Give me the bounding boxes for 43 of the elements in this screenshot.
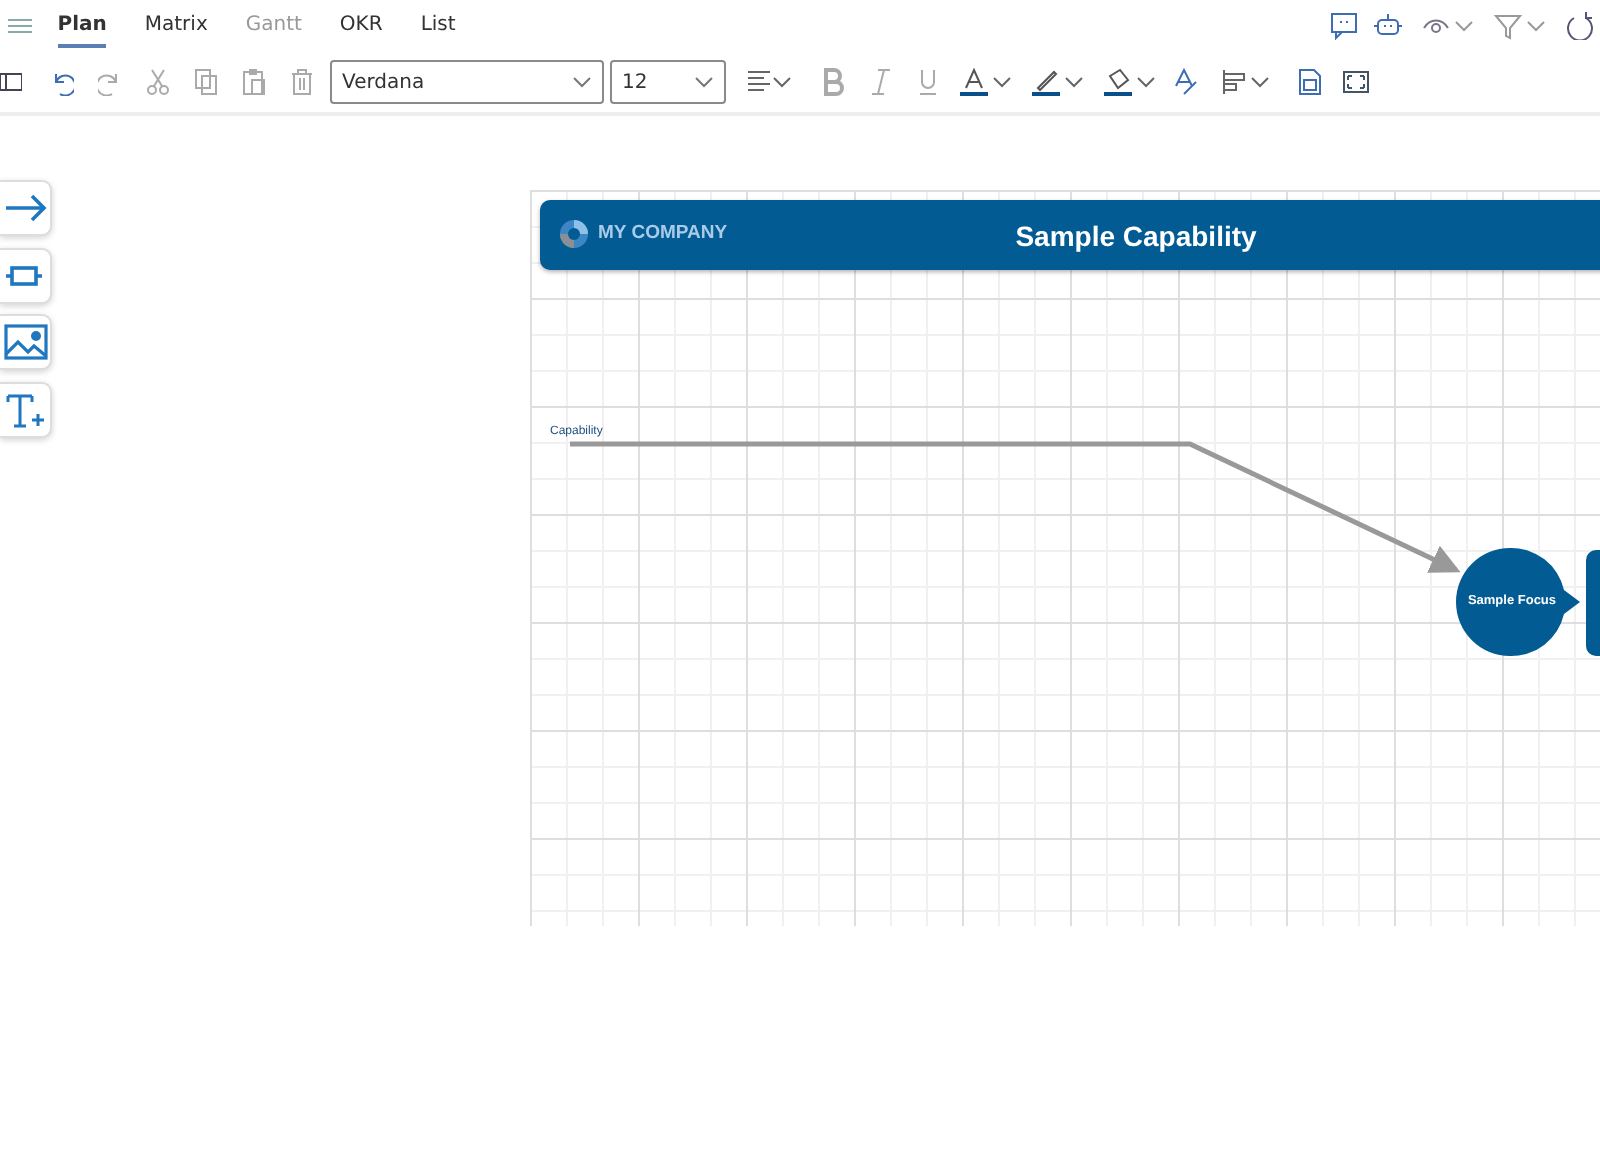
font-name-text: Verdana [342,69,425,97]
underline-icon [916,68,940,96]
font-size-dropdown[interactable]: 12 [610,60,726,104]
clear-format-icon [1172,68,1198,96]
align-left-icon [746,68,770,96]
refresh-icon [1566,12,1595,40]
italic-icon [868,68,892,96]
paint-bucket-icon [1104,68,1132,96]
trash-icon [290,68,314,96]
arrow-tool-button[interactable] [0,180,52,236]
bold-button[interactable] [820,62,844,102]
tab[interactable]: OKR [339,4,383,48]
highlighter-icon [1032,68,1060,96]
comment-icon [1330,12,1359,40]
redo-icon [98,68,122,96]
scissors-icon [146,68,170,96]
robot-icon [1374,12,1403,40]
filter-icon [1494,12,1523,40]
align-objects-icon [1222,68,1246,96]
logo-icon [558,218,590,250]
image-file-icon [1298,68,1322,96]
process-node [1586,550,1600,656]
font-size-text: 12 [622,69,648,97]
refresh-button[interactable] [1566,6,1595,46]
font-family-dropdown[interactable]: Verdana [330,60,604,104]
bold-icon [820,68,844,96]
text-tool-button[interactable] [0,381,52,437]
tab[interactable]: Matrix [144,4,208,48]
fit-screen-icon [1342,68,1370,96]
paste-icon [242,68,266,96]
tab[interactable]: List [420,4,456,48]
text-add-icon [3,389,47,429]
focus-node [1456,548,1580,656]
tab[interactable]: Plan [57,4,107,48]
panel-icon [0,68,22,96]
image-tool-button[interactable] [0,314,52,370]
company-name: MY COMPANY [598,220,728,248]
font-color-icon [960,68,988,96]
undo-icon [50,68,74,96]
diagram-title: Sample Capability [1013,218,1259,256]
copy-icon [194,68,218,96]
image-icon [3,322,47,362]
shape-tool-button[interactable] [0,247,52,303]
